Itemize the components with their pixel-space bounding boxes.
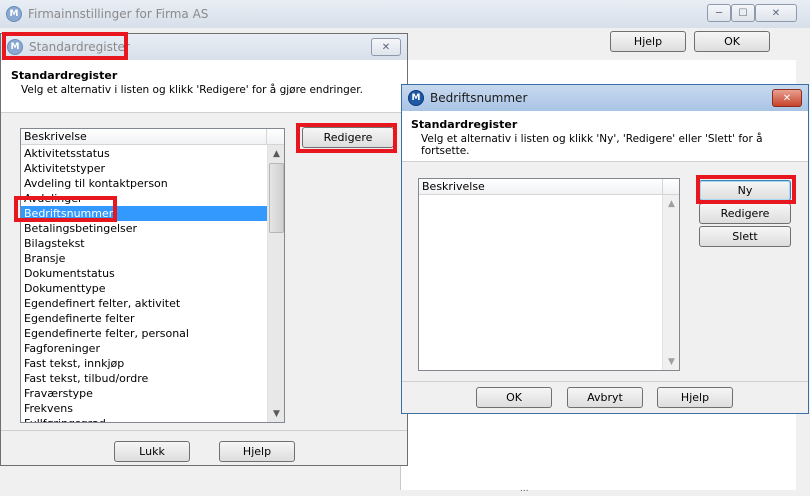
bnr-footer-divider (402, 381, 808, 382)
list-item[interactable]: Egendefinert felter, aktivitet (21, 296, 267, 311)
list-item[interactable]: Frekvens (21, 401, 267, 416)
main-ok-label: OK (724, 35, 740, 48)
maximize-button[interactable]: ☐ (731, 4, 755, 22)
std-help-label: Hjelp (242, 445, 272, 458)
main-titlebar: M Firmainnstillinger for Firma AS (0, 0, 810, 28)
list-item[interactable]: Aktivitetstyper (21, 161, 267, 176)
bnr-ok-label: OK (506, 391, 522, 404)
list-item[interactable]: Aktivitetsstatus (21, 146, 267, 161)
standardregister-window: M Standardregister ✕ Standardregister Ve… (0, 33, 408, 466)
bnr-close-button[interactable]: ✕ (772, 89, 802, 107)
close-button[interactable]: ✕ (755, 4, 797, 22)
std-close-label: Lukk (139, 445, 165, 458)
bnr-scrollbar[interactable]: ▲ ▼ (662, 195, 679, 370)
list-item[interactable]: Fagforeninger (21, 341, 267, 356)
bnr-instruction: Velg et alternativ i listen og klikk 'Ny… (421, 133, 763, 157)
std-close-dialog-button[interactable]: Lukk (114, 441, 190, 462)
list-item[interactable]: Dokumentstatus (21, 266, 267, 281)
bnr-column-header[interactable]: Beskrivelse (419, 179, 662, 195)
main-title: Firmainnstillinger for Firma AS (28, 7, 209, 21)
main-help-button[interactable]: Hjelp (610, 31, 686, 52)
std-instruction: Velg et alternativ i listen og klikk 'Re… (21, 84, 363, 96)
bnr-ok-button[interactable]: OK (476, 387, 552, 408)
std-rows: Aktivitetsstatus Aktivitetstyper Avdeling … (21, 146, 267, 422)
close-icon: ✕ (381, 41, 391, 53)
scroll-up-icon[interactable]: ▲ (268, 145, 284, 162)
bnr-delete-label: Slett (732, 230, 758, 243)
scroll-up-icon[interactable]: ▲ (663, 195, 679, 212)
std-header: Standardregister Velg et alternativ i li… (1, 60, 407, 112)
main-help-label: Hjelp (633, 35, 663, 48)
close-icon: ✕ (782, 92, 792, 104)
list-item[interactable]: Egendefinerte felter (21, 311, 267, 326)
std-scrollbar[interactable]: ▲ ▼ (267, 145, 284, 422)
std-heading: Standardregister (11, 69, 118, 82)
scroll-thumb[interactable] (269, 163, 284, 233)
bnr-header-divider (402, 161, 808, 162)
app-logo-icon: M (408, 90, 424, 106)
minimize-button[interactable]: ─ (707, 4, 731, 22)
bnr-title: Bedriftsnummer (430, 91, 528, 105)
list-item[interactable]: Fast tekst, tilbud/ordre (21, 371, 267, 386)
std-column-header[interactable]: Beskrivelse (21, 129, 266, 145)
highlight-std-title (2, 32, 128, 60)
bnr-list[interactable]: Beskrivelse ▲ ▼ (418, 178, 680, 371)
std-list[interactable]: Beskrivelse Aktivitetsstatus Aktivitetsty… (20, 128, 285, 423)
bnr-edit-label: Redigere (720, 207, 770, 220)
bnr-help-label: Hjelp (680, 391, 710, 404)
list-item[interactable]: Dokumenttype (21, 281, 267, 296)
bedriftsnummer-window: M Bedriftsnummer ✕ Standardregister Velg… (401, 84, 809, 414)
bnr-header: Standardregister Velg et alternativ i li… (402, 111, 808, 161)
list-item[interactable]: Bilagstekst (21, 236, 267, 251)
std-column-header-rest (266, 129, 284, 145)
std-close-button[interactable]: ✕ (371, 38, 401, 56)
list-item[interactable]: Avdeling til kontaktperson (21, 176, 267, 191)
main-tail-text: ... (520, 484, 529, 494)
highlight-new-button (696, 175, 796, 204)
highlight-edit-button (296, 123, 397, 153)
bnr-heading: Standardregister (411, 118, 518, 131)
list-item[interactable]: Bransje (21, 251, 267, 266)
bnr-edit-button[interactable]: Redigere (699, 203, 791, 224)
highlight-selected-item (14, 196, 117, 222)
list-item[interactable]: Fast tekst, innkjøp (21, 356, 267, 371)
bnr-help-button[interactable]: Hjelp (657, 387, 733, 408)
bnr-cancel-label: Avbryt (587, 391, 623, 404)
scroll-down-icon[interactable]: ▼ (268, 405, 284, 422)
app-logo-icon: M (6, 6, 22, 22)
bnr-titlebar: M Bedriftsnummer (402, 85, 808, 111)
bnr-column-header-rest (662, 179, 679, 195)
list-item[interactable]: Fullføringsgrad (21, 416, 267, 422)
list-item[interactable]: Fraværstype (21, 386, 267, 401)
main-ok-button[interactable]: OK (694, 31, 770, 52)
list-item[interactable]: Betalingsbetingelser (21, 221, 267, 236)
std-footer-divider (1, 430, 407, 431)
scroll-down-icon[interactable]: ▼ (663, 353, 679, 370)
list-item[interactable]: Egendefinerte felter, personal (21, 326, 267, 341)
std-header-divider (1, 112, 407, 113)
std-help-button[interactable]: Hjelp (219, 441, 295, 462)
bnr-delete-button[interactable]: Slett (699, 226, 791, 247)
bnr-cancel-button[interactable]: Avbryt (567, 387, 643, 408)
